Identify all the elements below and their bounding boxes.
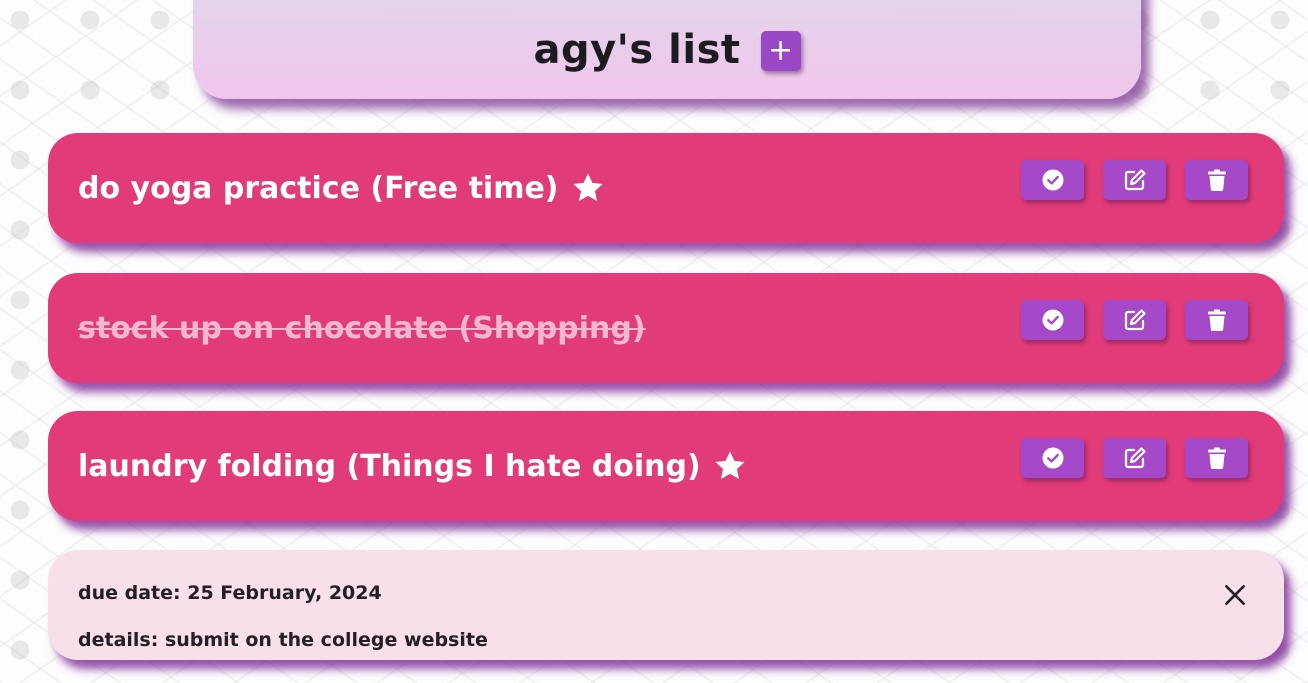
task-item: laundry folding (Things I hate doing)	[48, 411, 1284, 521]
trash-icon	[1207, 447, 1226, 470]
star-icon	[715, 451, 745, 480]
details-text: details: submit on the college website	[78, 629, 488, 651]
check-circle-icon	[1042, 309, 1063, 331]
complete-task-button[interactable]	[1021, 300, 1084, 340]
edit-icon	[1124, 169, 1146, 191]
page-title: agy's list	[533, 26, 741, 73]
edit-task-button[interactable]	[1103, 438, 1166, 478]
star-icon	[572, 173, 603, 202]
edit-icon	[1124, 309, 1146, 331]
check-circle-icon	[1042, 447, 1063, 469]
trash-icon	[1207, 309, 1226, 332]
task-details-panel: due date: 25 February, 2024 details: sub…	[48, 550, 1284, 660]
check-circle-icon	[1042, 169, 1063, 191]
plus-icon: +	[767, 32, 794, 68]
task-label: do yoga practice (Free time)	[78, 170, 559, 206]
list-header: agy's list +	[193, 0, 1141, 99]
due-date-text: due date: 25 February, 2024	[78, 582, 382, 604]
add-task-button[interactable]: +	[760, 30, 801, 71]
task-text: do yoga practice (Free time)	[78, 171, 605, 206]
task-text: stock up on chocolate (Shopping)	[78, 310, 646, 346]
edit-icon	[1124, 447, 1146, 469]
task-item: do yoga practice (Free time)	[48, 133, 1284, 243]
edit-task-button[interactable]	[1103, 160, 1166, 200]
delete-task-button[interactable]	[1185, 300, 1248, 340]
trash-icon	[1207, 169, 1226, 192]
task-item: stock up on chocolate (Shopping)	[48, 273, 1284, 383]
close-icon[interactable]	[1222, 582, 1248, 608]
task-text: laundry folding (Things I hate doing)	[78, 449, 747, 484]
complete-task-button[interactable]	[1021, 160, 1084, 200]
edit-task-button[interactable]	[1103, 300, 1166, 340]
complete-task-button[interactable]	[1021, 438, 1084, 478]
task-label: laundry folding (Things I hate doing)	[78, 448, 701, 484]
delete-task-button[interactable]	[1185, 438, 1248, 478]
delete-task-button[interactable]	[1185, 160, 1248, 200]
